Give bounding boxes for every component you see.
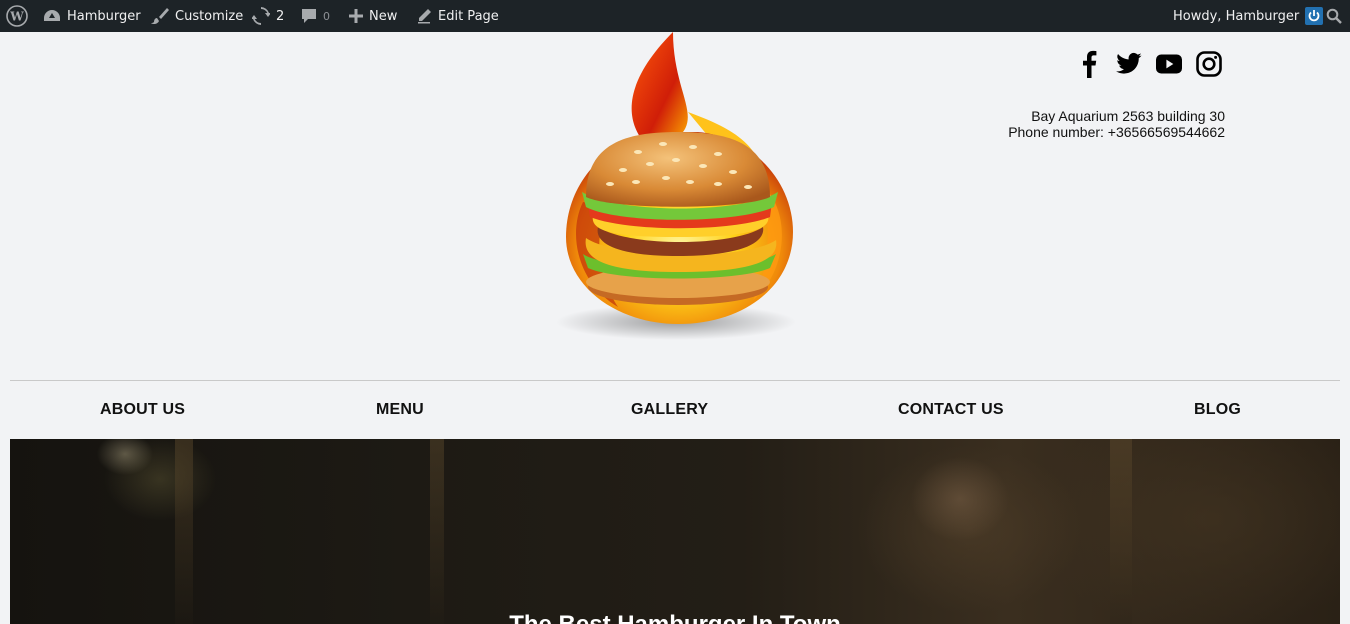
site-name-label: Hamburger <box>67 8 141 24</box>
nav-item-menu[interactable]: MENU <box>376 401 424 419</box>
youtube-icon[interactable] <box>1156 50 1182 78</box>
plus-icon <box>349 9 363 23</box>
hero-banner: The Best Hamburger In Town <box>10 439 1340 624</box>
new-content-button[interactable]: New <box>349 0 397 32</box>
edit-page-button[interactable]: Edit Page <box>416 0 499 32</box>
site-name-menu[interactable]: Hamburger <box>43 0 141 32</box>
updates-count: 2 <box>276 8 285 24</box>
instagram-icon[interactable] <box>1196 50 1222 78</box>
my-account-menu[interactable]: Howdy, Hamburger <box>1173 0 1324 32</box>
hero-background-detail <box>430 439 444 624</box>
updates-button[interactable]: 2 <box>252 0 284 32</box>
admin-bar: W Hamburger Customize 2 0 New Edit Page … <box>0 0 1350 32</box>
site-logo[interactable] <box>548 32 808 342</box>
paintbrush-icon <box>151 8 169 25</box>
customize-button[interactable]: Customize <box>151 0 243 32</box>
twitter-icon[interactable] <box>1116 50 1142 78</box>
main-nav: ABOUT US MENU GALLERY CONTACT US BLOG <box>10 381 1340 439</box>
comments-count: 0 <box>323 9 330 23</box>
search-icon <box>1326 8 1342 24</box>
howdy-label: Howdy, Hamburger <box>1173 8 1300 24</box>
nav-item-blog[interactable]: BLOG <box>1194 401 1241 419</box>
nav-item-gallery[interactable]: GALLERY <box>631 401 708 419</box>
phone-text: Phone number: +36566569544662 <box>1008 124 1225 140</box>
power-icon <box>1308 10 1320 22</box>
svg-text:W: W <box>9 10 24 24</box>
comments-button[interactable]: 0 <box>301 0 330 32</box>
update-icon <box>252 7 270 25</box>
nav-item-about-us[interactable]: ABOUT US <box>100 401 185 419</box>
customize-label: Customize <box>175 8 244 24</box>
contact-info: Bay Aquarium 2563 building 30 Phone numb… <box>1008 108 1225 140</box>
wordpress-logo-icon[interactable]: W <box>6 0 28 32</box>
facebook-icon[interactable] <box>1076 50 1102 78</box>
nav-item-contact-us[interactable]: CONTACT US <box>898 401 1004 419</box>
hero-background-detail <box>175 439 193 624</box>
new-label: New <box>369 8 398 24</box>
pencil-icon <box>418 9 431 24</box>
hero-title: The Best Hamburger In Town <box>10 611 1340 624</box>
comment-icon <box>302 9 316 23</box>
avatar <box>1305 7 1324 25</box>
hero-background-detail <box>1110 439 1132 624</box>
search-button[interactable] <box>1326 0 1342 32</box>
edit-page-label: Edit Page <box>438 8 499 24</box>
social-links <box>1076 50 1222 78</box>
address-text: Bay Aquarium 2563 building 30 <box>1031 108 1225 124</box>
dashboard-icon <box>44 10 60 21</box>
